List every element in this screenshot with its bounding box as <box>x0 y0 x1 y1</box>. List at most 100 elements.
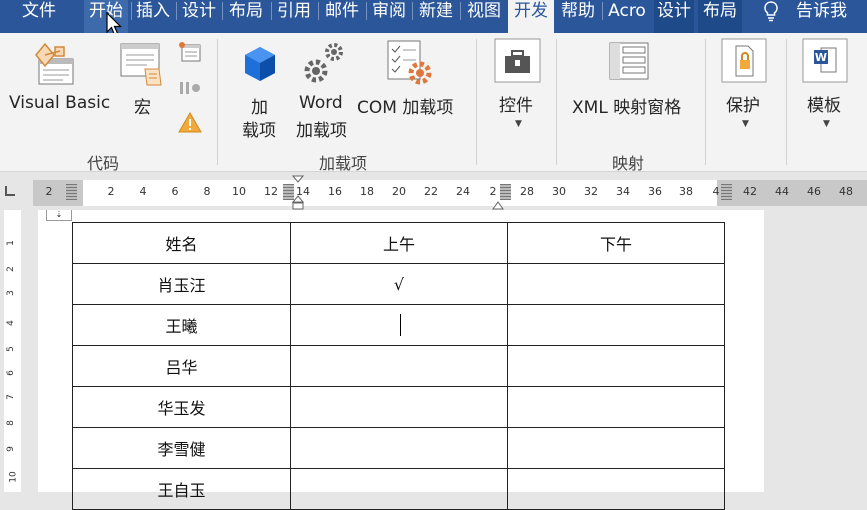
macro-security-icon[interactable] <box>178 111 202 137</box>
template-word-icon: W <box>802 38 848 88</box>
vruler-tick-label: 1 <box>5 240 16 246</box>
template-button[interactable]: 模板 <box>807 91 841 116</box>
table-cell[interactable]: √ <box>290 263 508 305</box>
visual-basic-button[interactable]: Visual Basic <box>9 93 110 113</box>
tab-stop-selector[interactable] <box>5 186 15 196</box>
table-header-cell[interactable]: 姓名 <box>72 222 291 264</box>
controls-button[interactable]: 控件 <box>499 91 533 116</box>
table-row: 王自玉 <box>72 468 725 510</box>
text-insertion-cursor <box>400 314 401 336</box>
tab-acrobat[interactable]: Acro <box>604 0 650 33</box>
vruler-tick-label: 5 <box>5 346 16 352</box>
template-dropdown-caret-icon[interactable]: ▼ <box>823 119 830 129</box>
table-cell[interactable] <box>290 427 508 469</box>
tab-table-layout[interactable]: 布局 <box>698 0 742 33</box>
vruler-tick-label: 7 <box>5 394 16 400</box>
tab-review[interactable]: 审阅 <box>368 0 410 33</box>
tab-developer[interactable]: 开发 <box>508 0 554 33</box>
ruler-tick-label: 44 <box>775 185 789 198</box>
tab-file[interactable]: 文件 <box>8 0 70 33</box>
tab-new[interactable]: 新建 <box>414 0 458 33</box>
table-cell[interactable] <box>290 468 508 510</box>
controls-dropdown-caret-icon[interactable]: ▼ <box>515 119 522 129</box>
ruler-tick-label: 48 <box>839 185 853 198</box>
ruler-tick-label: 34 <box>616 185 630 198</box>
group-label-mapping: 映射 <box>612 154 645 173</box>
macro-icon <box>119 41 165 91</box>
table-cell[interactable] <box>507 345 725 387</box>
record-macro-icon[interactable] <box>178 41 202 67</box>
tab-divider <box>366 2 367 20</box>
tab-mailings[interactable]: 邮件 <box>320 0 364 33</box>
table-cell[interactable] <box>507 468 725 510</box>
tab-view[interactable]: 视图 <box>462 0 506 33</box>
xml-mapping-pane-icon <box>609 42 651 86</box>
table-move-handle-icon[interactable]: ⇣ <box>46 210 72 221</box>
ruler-tick-label: 32 <box>584 185 598 198</box>
ruler-tick-label: 28 <box>520 185 534 198</box>
table-row: 肖玉汪 √ <box>72 263 725 305</box>
visual-basic-icon <box>33 41 81 91</box>
ruler-tick-label: 14 <box>296 185 310 198</box>
table-cell[interactable]: 王曦 <box>72 304 291 346</box>
table-header-row: 姓名 上午 下午 <box>72 222 725 264</box>
com-addins-button[interactable]: COM 加载项 <box>357 93 453 118</box>
vertical-ruler[interactable]: 1 2 3 4 5 6 7 8 9 10 <box>0 210 22 492</box>
tell-me-search[interactable]: 告诉我 <box>796 0 860 33</box>
table-cell[interactable]: 王自玉 <box>72 468 291 510</box>
attendance-table[interactable]: 姓名 上午 下午 肖玉汪 √ 王曦 吕华 华玉发 李雪健 王自玉 <box>72 222 725 510</box>
table-cell[interactable] <box>507 427 725 469</box>
table-cell[interactable] <box>507 304 725 346</box>
protect-button[interactable]: 保护 <box>726 91 760 116</box>
tab-layout[interactable]: 布局 <box>224 0 268 33</box>
word-addins-button-line2[interactable]: 加载项 <box>296 116 347 141</box>
ruler-tick-label: 20 <box>392 185 406 198</box>
table-header-cell[interactable]: 下午 <box>507 222 725 264</box>
group-divider <box>786 39 787 165</box>
lightbulb-icon[interactable] <box>760 0 782 26</box>
ruler-tick-label: 10 <box>232 185 246 198</box>
ruler-tick-label: 22 <box>424 185 438 198</box>
tab-table-design[interactable]: 设计 <box>654 0 694 33</box>
xml-mapping-pane-button[interactable]: XML 映射窗格 <box>572 93 681 118</box>
tab-divider <box>460 2 461 20</box>
pause-recording-icon[interactable] <box>178 78 202 102</box>
group-label-code: 代码 <box>87 154 120 173</box>
protect-dropdown-caret-icon[interactable]: ▼ <box>742 119 749 129</box>
table-row: 华玉发 <box>72 386 725 428</box>
macro-button[interactable]: 宏 <box>134 93 151 118</box>
table-row: 王曦 <box>72 304 725 346</box>
table-cell[interactable] <box>290 386 508 428</box>
ruler-tick-label: 24 <box>456 185 470 198</box>
ruler-tick-label: 36 <box>648 185 662 198</box>
table-row: 李雪健 <box>72 427 725 469</box>
table-cell[interactable] <box>507 263 725 305</box>
horizontal-ruler-row: 2 2 4 6 8 10 12 14 16 18 20 22 24 2 28 3… <box>0 172 867 210</box>
horizontal-ruler[interactable]: 2 2 4 6 8 10 12 14 16 18 20 22 24 2 28 3… <box>33 175 867 210</box>
vruler-tick-label: 6 <box>5 370 16 376</box>
word-addins-button-line1[interactable]: Word <box>299 93 343 113</box>
ruler-column-marker[interactable] <box>66 184 77 200</box>
table-cell[interactable] <box>290 345 508 387</box>
table-cell[interactable]: 肖玉汪 <box>72 263 291 305</box>
vruler-tick-label: 10 <box>8 471 19 483</box>
table-header-cell[interactable]: 上午 <box>290 222 508 264</box>
ruler-tick-label: 4 <box>139 185 147 198</box>
addins-button-line1[interactable]: 加 <box>251 93 268 118</box>
group-divider <box>476 39 477 165</box>
tab-design[interactable]: 设计 <box>178 0 220 33</box>
addins-button-line2[interactable]: 载项 <box>242 116 276 141</box>
ruler-tick-label: 2 <box>45 185 53 198</box>
ruler-column-marker[interactable] <box>721 184 732 200</box>
tab-insert[interactable]: 插入 <box>132 0 174 33</box>
tab-references[interactable]: 引用 <box>272 0 316 33</box>
ruler-tick-label: 42 <box>743 185 757 198</box>
ruler-tick-label: 18 <box>360 185 374 198</box>
table-cell[interactable]: 吕华 <box>72 345 291 387</box>
tab-help[interactable]: 帮助 <box>556 0 600 33</box>
table-cell[interactable]: 李雪健 <box>72 427 291 469</box>
table-cell[interactable] <box>507 386 725 428</box>
table-cell[interactable]: 华玉发 <box>72 386 291 428</box>
table-cell[interactable] <box>290 304 508 346</box>
com-addins-icon <box>386 39 436 91</box>
